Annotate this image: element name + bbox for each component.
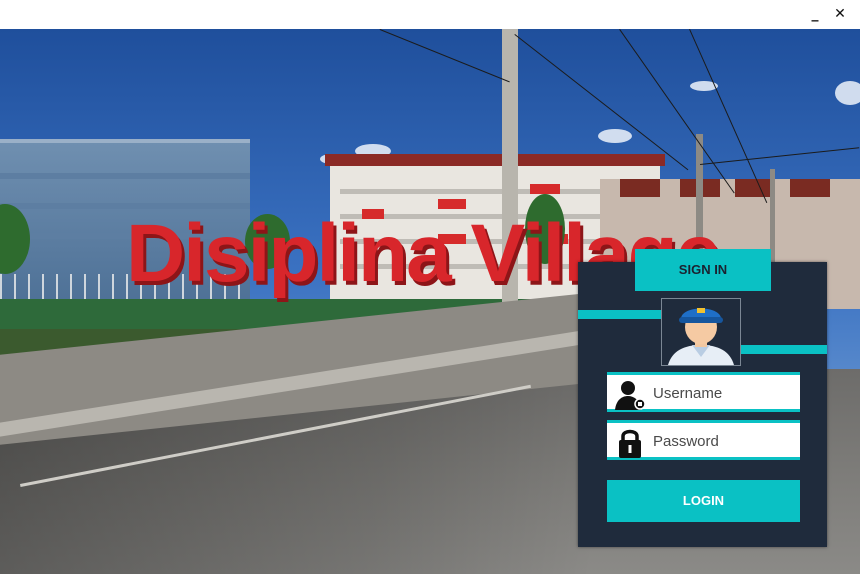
close-button[interactable]: ✕ <box>829 4 851 24</box>
accent-bar-right <box>740 345 827 354</box>
user-icon <box>613 378 647 410</box>
sign-in-header: SIGN IN <box>635 249 771 291</box>
username-field <box>607 372 800 412</box>
security-guard-avatar <box>661 298 741 366</box>
login-button[interactable]: LOGIN <box>607 480 800 522</box>
lock-icon <box>613 426 647 458</box>
minimize-button[interactable]: _ <box>804 4 826 24</box>
password-input[interactable] <box>653 427 793 455</box>
password-field <box>607 420 800 460</box>
accent-bar-left <box>578 310 662 319</box>
username-input[interactable] <box>653 379 793 407</box>
window-title-bar: _ ✕ <box>0 0 860 29</box>
